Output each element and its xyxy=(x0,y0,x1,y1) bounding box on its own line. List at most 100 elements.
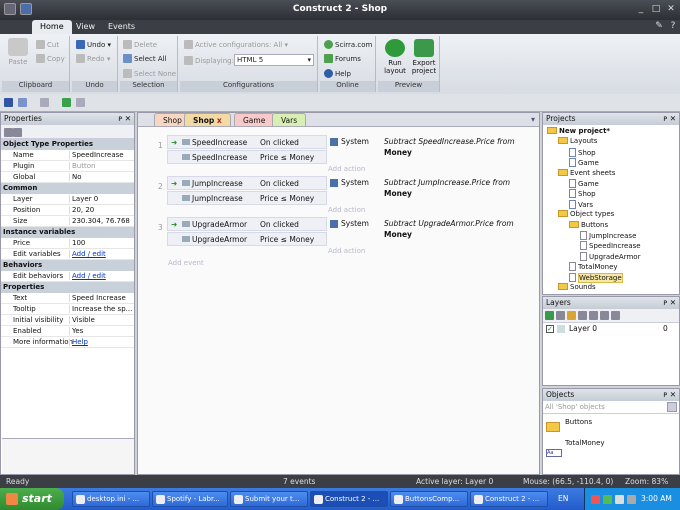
add-action-link[interactable]: Add action xyxy=(328,247,365,255)
property-row[interactable]: Edit variables Add / edit xyxy=(1,249,134,260)
tab-vars[interactable]: Vars xyxy=(272,113,307,126)
property-link[interactable]: Add / edit xyxy=(69,250,133,258)
move-down-icon[interactable] xyxy=(611,311,620,320)
tab-game[interactable]: Game xyxy=(234,113,275,126)
select-none-button[interactable]: Select None xyxy=(123,69,176,78)
categorized-icon[interactable] xyxy=(4,128,13,137)
tab-view[interactable]: View xyxy=(68,20,103,34)
move-up-icon[interactable] xyxy=(600,311,609,320)
property-category[interactable]: Behaviors xyxy=(1,260,134,271)
property-row[interactable]: Layer Layer 0 xyxy=(1,194,134,205)
property-row[interactable]: Name SpeedIncrease xyxy=(1,150,134,161)
property-row[interactable]: Tooltip Increase the sp... xyxy=(1,304,134,315)
redo-icon[interactable] xyxy=(40,98,49,107)
delete-icon[interactable] xyxy=(589,311,598,320)
undo-icon[interactable] xyxy=(18,98,27,107)
help-link[interactable]: Help xyxy=(324,69,351,78)
forums-link[interactable]: Forums xyxy=(324,54,361,63)
close-icon[interactable]: ᴘ ✕ xyxy=(118,114,131,123)
export-project-button[interactable]: Export project xyxy=(410,39,438,75)
displaying-select[interactable]: HTML 5 ▾ xyxy=(234,54,314,66)
copy-button[interactable]: Copy xyxy=(36,54,65,63)
filter-up-icon[interactable] xyxy=(667,402,677,412)
layer-row[interactable]: ✓ Layer 0 0 xyxy=(543,323,679,335)
action-row[interactable]: System Subtract UpgradeArmor.Price from Mo… xyxy=(328,218,528,250)
tree-item[interactable]: Game xyxy=(569,158,599,168)
property-value[interactable]: SpeedIncrease xyxy=(69,151,133,159)
property-value[interactable]: Speed Increase xyxy=(69,294,133,302)
lock-icon[interactable] xyxy=(567,311,576,320)
taskbar-item[interactable]: Construct 2 - ... xyxy=(470,491,548,507)
tree-item[interactable]: Event sheets xyxy=(558,168,615,177)
tree-item[interactable]: WebStorage xyxy=(569,272,623,283)
help-icon[interactable]: ? xyxy=(666,20,680,32)
property-value[interactable]: Visible xyxy=(69,316,133,324)
property-value[interactable]: Yes xyxy=(69,327,133,335)
redo-button[interactable]: Redo ▾ xyxy=(76,54,110,63)
property-row[interactable]: Global No xyxy=(1,172,134,183)
property-value[interactable]: 100 xyxy=(69,239,133,247)
tree-item[interactable]: Vars xyxy=(569,199,593,209)
scirra-link[interactable]: Scirra.com xyxy=(324,40,372,49)
tree-item[interactable]: JumpIncrease xyxy=(580,231,636,240)
tree-item[interactable]: New project* xyxy=(547,127,610,135)
taskbar-item[interactable]: desktop.ini - ... xyxy=(72,491,150,507)
minimize-button[interactable]: _ xyxy=(634,3,648,15)
sublayer-icon[interactable] xyxy=(556,311,565,320)
property-value[interactable]: Button xyxy=(69,162,133,170)
property-link[interactable]: Help xyxy=(69,338,133,346)
tabs-dropdown-icon[interactable]: ▾ xyxy=(531,115,535,124)
tray-icon[interactable] xyxy=(591,495,600,504)
tray-icon[interactable] xyxy=(603,495,612,504)
property-category[interactable]: Common xyxy=(1,183,134,194)
taskbar-item[interactable]: Construct 2 - ... xyxy=(310,491,388,507)
maximize-button[interactable]: □ xyxy=(649,3,663,15)
tree-item[interactable]: UpgradeArmor xyxy=(580,251,640,261)
tab-shop-events[interactable]: Shop x xyxy=(184,113,231,126)
property-category[interactable]: Properties xyxy=(1,282,134,293)
close-icon[interactable]: ᴘ ✕ xyxy=(663,390,676,399)
tree-item[interactable]: Shop xyxy=(569,189,596,199)
tree-item[interactable]: Layouts xyxy=(558,137,597,145)
property-value[interactable]: 20, 20 xyxy=(69,206,133,214)
close-tab-icon[interactable]: x xyxy=(217,116,222,125)
object-item[interactable]: TotalMoney xyxy=(565,439,605,447)
property-row[interactable]: More information Help xyxy=(1,337,134,348)
undo-button[interactable]: Undo ▾ xyxy=(76,40,111,49)
property-row[interactable]: Position 20, 20 xyxy=(1,205,134,216)
add-action-link[interactable]: Add action xyxy=(328,165,365,173)
start-button[interactable]: start xyxy=(0,488,64,510)
property-value[interactable]: Increase the sp... xyxy=(69,305,133,313)
tab-events[interactable]: Events xyxy=(100,20,143,34)
cut-button[interactable]: Cut xyxy=(36,40,59,49)
select-all-button[interactable]: Select All xyxy=(123,54,167,63)
volume-icon[interactable] xyxy=(615,495,624,504)
property-row[interactable]: Plugin Button xyxy=(1,161,134,172)
close-icon[interactable]: ᴘ ✕ xyxy=(663,298,676,307)
close-button[interactable]: ✕ xyxy=(664,3,678,15)
tree-item[interactable]: Shop xyxy=(569,147,596,157)
save-icon[interactable] xyxy=(4,98,13,107)
tree-item[interactable]: Buttons xyxy=(569,220,608,229)
tree-item[interactable]: Sounds xyxy=(558,283,596,291)
property-row[interactable]: Price 100 xyxy=(1,238,134,249)
sort-alpha-icon[interactable] xyxy=(13,128,22,137)
action-row[interactable]: System Subtract SpeedIncrease.Price from M… xyxy=(328,136,528,168)
play-icon[interactable] xyxy=(62,98,71,107)
paste-button[interactable]: Paste xyxy=(6,38,30,66)
taskbar-item[interactable]: ButtonsComp... xyxy=(390,491,468,507)
active-configurations-dropdown[interactable]: Active configurations: All ▾ xyxy=(184,40,288,49)
condition-row[interactable]: ➜ SpeedIncrease On clicked xyxy=(167,135,327,149)
delete-button[interactable]: Delete xyxy=(123,40,157,49)
pin-icon[interactable]: ✎ xyxy=(652,20,666,32)
action-row[interactable]: System Subtract JumpIncrease.Price from Mo… xyxy=(328,177,528,209)
property-value[interactable]: 230.304, 76.768 xyxy=(69,217,133,225)
condition-row[interactable]: ➜ UpgradeArmor On clicked xyxy=(167,217,327,231)
property-row[interactable]: Initial visibility Visible xyxy=(1,315,134,326)
condition-row[interactable]: JumpIncrease Price ≤ Money xyxy=(167,191,327,205)
visible-checkbox[interactable]: ✓ xyxy=(546,325,554,333)
add-action-link[interactable]: Add action xyxy=(328,206,365,214)
property-value[interactable]: No xyxy=(69,173,133,181)
add-layer-icon[interactable] xyxy=(545,311,554,320)
property-row[interactable]: Text Speed Increase xyxy=(1,293,134,304)
